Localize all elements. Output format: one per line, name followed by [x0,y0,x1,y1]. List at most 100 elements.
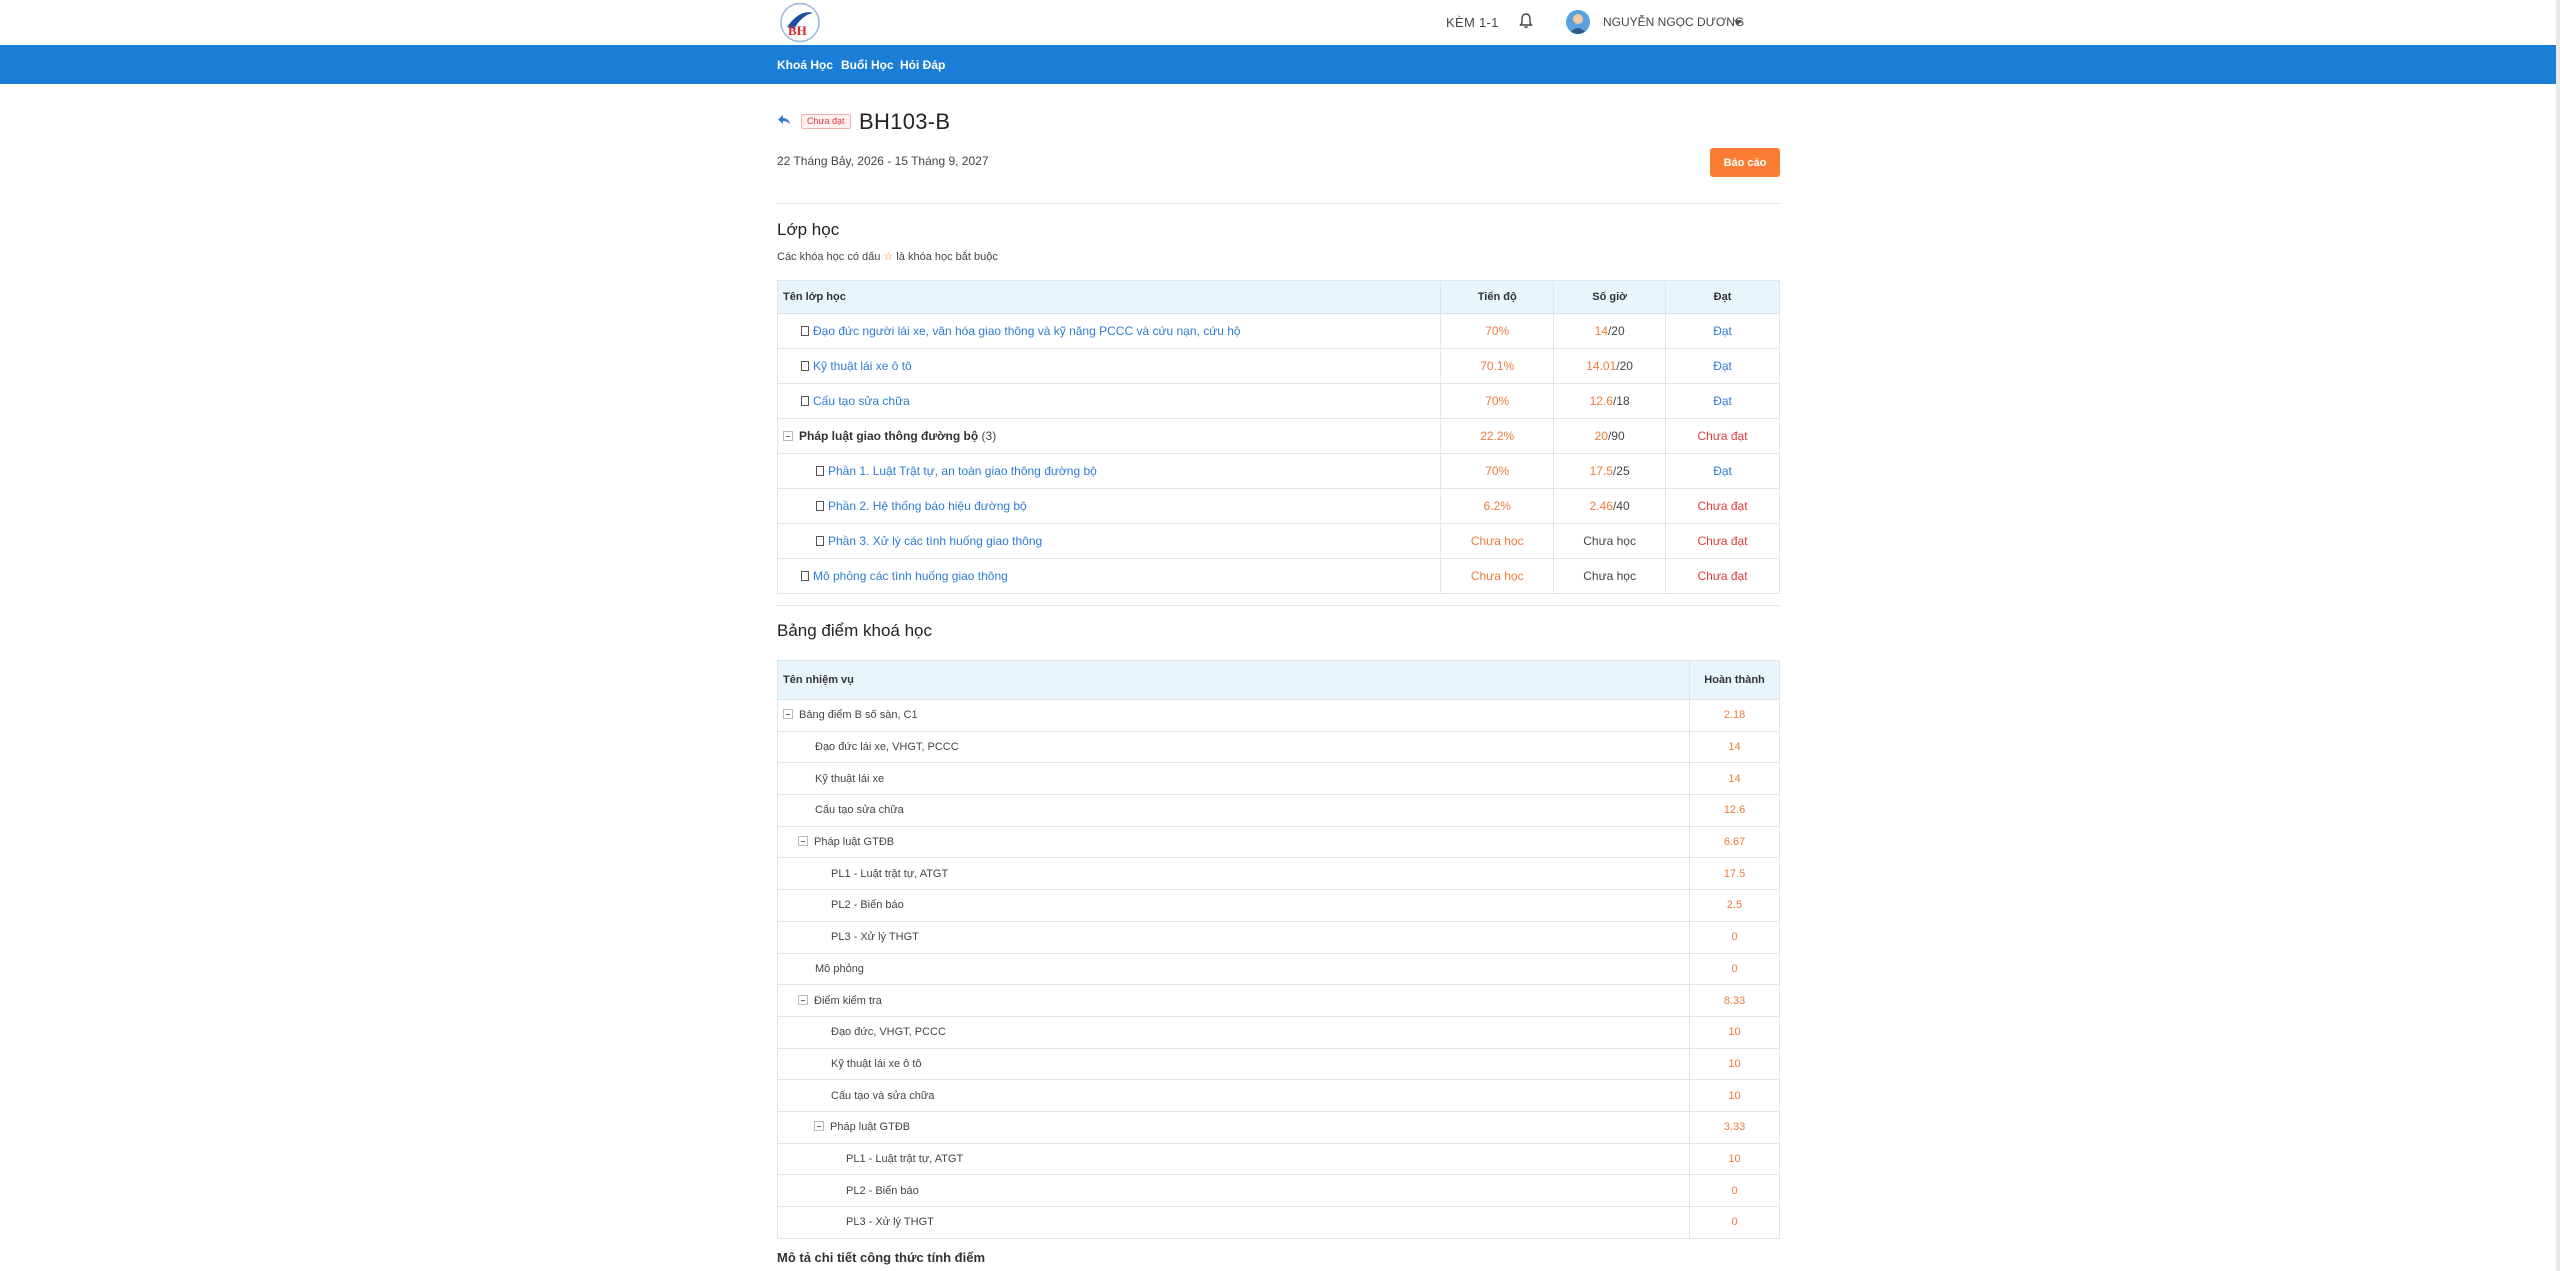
document-icon [801,396,809,406]
task-name-cell[interactable]: Pháp luật GTĐB [776,1110,1691,1144]
class-group-cell[interactable]: Pháp luật giao thông đường bộ (3) [776,418,1442,454]
class-name-cell[interactable]: Mô phỏng các tình huống giao thông [776,558,1442,594]
star-icon: ☆ [883,251,894,263]
nav-sessions[interactable]: Buổi Học [841,58,894,72]
task-name: Pháp luật GTĐB [814,836,895,849]
task-name: Điểm kiểm tra [814,994,882,1007]
table-row: Đạo đức người lái xe, văn hóa giao thông… [776,313,1780,349]
task-name-cell: Mô phỏng [776,952,1691,986]
document-icon [801,326,809,336]
table-header-row: Tên nhiệm vụ Hoàn thành [776,660,1780,700]
task-name-cell: PL2 - Biển báo [776,889,1691,922]
task-value-cell: 17.5 [1689,857,1780,891]
collapse-toggle-icon[interactable] [798,994,808,1005]
progress-cell: Chưa học [1440,523,1555,559]
hours-cell: 14/20 [1553,313,1667,349]
task-value-cell: 12.6 [1689,794,1780,827]
table-row: Mô phỏng 0 [776,952,1780,986]
top-bar: BH KÈM 1-1 NGUYỄN NGỌC DƯƠNG [0,0,2560,45]
kem-label[interactable]: KÈM 1-1 [1446,15,1499,30]
result-cell: Chưa đạt [1665,488,1780,524]
back-arrow-icon[interactable] [777,113,791,125]
collapse-toggle-icon[interactable] [814,1121,824,1132]
task-value-cell: 10 [1689,1142,1780,1176]
table-row: Phần 2. Hệ thống báo hiệu đường bộ 6.2% … [776,488,1780,524]
progress-cell: 70% [1440,313,1555,349]
result-cell: Đạt [1665,453,1780,489]
task-name-cell[interactable]: Pháp luật GTĐB [776,825,1691,859]
user-name[interactable]: NGUYỄN NGỌC DƯƠNG [1603,15,1744,29]
table-row: Pháp luật GTĐB 3.33 [776,1110,1780,1144]
class-link[interactable]: Đạo đức người lái xe, văn hóa giao thông… [813,324,1241,338]
nav-courses[interactable]: Khoá Học [777,58,833,72]
task-value-cell: 10 [1689,1015,1780,1049]
hours-total: /20 [1616,359,1633,373]
table-row: Đạo đức, VHGT, PCCC 10 [776,1015,1780,1049]
hours-done: 20 [1594,429,1608,443]
progress-cell: 22.2% [1440,418,1555,454]
table-row: PL3 - Xử lý THGT 0 [776,920,1780,954]
task-value-cell: 14 [1689,730,1780,764]
task-value-cell: 0 [1689,1206,1780,1239]
col-header-completed: Hoàn thành [1689,660,1780,700]
bell-icon[interactable] [1518,12,1534,30]
table-row: Kỹ thuật lái xe ô tô 70.1% 14.01/20 Đạt [776,348,1780,384]
document-icon [801,361,809,371]
task-name-cell: Cấu tạo sửa chữa [776,794,1691,827]
task-name-cell: PL3 - Xử lý THGT [776,920,1691,954]
task-value-cell: 3.33 [1689,1110,1780,1144]
task-name-cell: PL1 - Luật trật tự, ATGT [776,857,1691,891]
main-nav: Khoá Học Buổi Học Hỏi Đáp [0,45,2560,84]
class-name-cell[interactable]: Phần 1. Luật Trật tự, an toàn giao thông… [776,453,1442,489]
hours-cell: 20/90 [1553,418,1667,454]
class-name-cell[interactable]: Cấu tạo sửa chữa [776,383,1442,419]
class-link[interactable]: Kỹ thuật lái xe ô tô [813,359,912,373]
report-button[interactable]: Báo cáo [1710,148,1780,177]
note-text-after: là khóa học bắt buộc [896,251,998,263]
avatar[interactable] [1566,10,1590,34]
task-value-cell: 10 [1689,1079,1780,1112]
collapse-toggle-icon[interactable] [783,431,793,441]
col-header-result: Đạt [1665,280,1780,314]
table-row: PL1 - Luật trật tự, ATGT 17.5 [776,857,1780,891]
hours-total: /40 [1612,499,1630,513]
scores-title: Bảng điểm khoá học [777,621,932,640]
formula-description-title: Mô tả chi tiết công thức tính điểm [777,1250,986,1265]
class-name-cell[interactable]: Phần 3. Xử lý các tình huống giao thông [776,523,1442,559]
logo-icon[interactable]: BH [778,1,822,44]
table-row: Pháp luật GTĐB 6.67 [776,825,1780,859]
class-link[interactable]: Phần 1. Luật Trật tự, an toàn giao thông… [828,464,1097,478]
class-link[interactable]: Mô phỏng các tình huống giao thông [813,569,1008,583]
task-name-cell[interactable]: Bảng điểm B số sàn, C1 [776,699,1691,732]
class-link[interactable]: Phần 3. Xử lý các tình huống giao thông [828,534,1042,548]
hours-cell: 12.6/18 [1553,383,1667,419]
task-value-cell: 14 [1689,762,1780,796]
progress-cell: Chưa học [1440,558,1555,594]
task-name: Bảng điểm B số sàn, C1 [799,709,918,722]
hours-done: 17.5 [1589,464,1613,478]
class-name-cell[interactable]: Kỹ thuật lái xe ô tô [776,348,1442,384]
divider [777,203,1780,204]
table-row: Phần 1. Luật Trật tự, an toàn giao thông… [776,453,1780,489]
class-name-cell[interactable]: Phần 2. Hệ thống báo hiệu đường bộ [776,488,1442,524]
result-cell: Chưa đạt [1665,523,1780,559]
task-value-cell: 10 [1689,1047,1780,1081]
table-row: Đạo đức lái xe, VHGT, PCCC 14 [776,730,1780,764]
col-header-name: Tên lớp học [776,280,1442,314]
chevron-down-icon[interactable] [1734,20,1742,25]
class-link[interactable]: Cấu tạo sửa chữa [813,394,910,408]
collapse-toggle-icon[interactable] [798,836,808,847]
table-row: Điểm kiểm tra 8.33 [776,984,1780,1017]
classes-table: Tên lớp học Tiến độ Số giờ Đạt Đạo đức n… [776,280,1780,594]
collapse-toggle-icon[interactable] [783,709,793,720]
scrollbar[interactable] [2556,0,2560,1271]
note-text-before: Các khóa học có dấu [777,251,881,263]
hours-total: /25 [1612,464,1630,478]
result-cell: Đạt [1665,383,1780,419]
nav-qa[interactable]: Hỏi Đáp [900,58,945,72]
class-link[interactable]: Phần 2. Hệ thống báo hiệu đường bộ [828,499,1027,513]
table-row: Cấu tạo sửa chữa 12.6 [776,794,1780,827]
class-name-cell[interactable]: Đạo đức người lái xe, văn hóa giao thông… [776,313,1442,349]
hours-cell: 14.01/20 [1553,348,1667,384]
task-name-cell[interactable]: Điểm kiểm tra [776,984,1691,1017]
